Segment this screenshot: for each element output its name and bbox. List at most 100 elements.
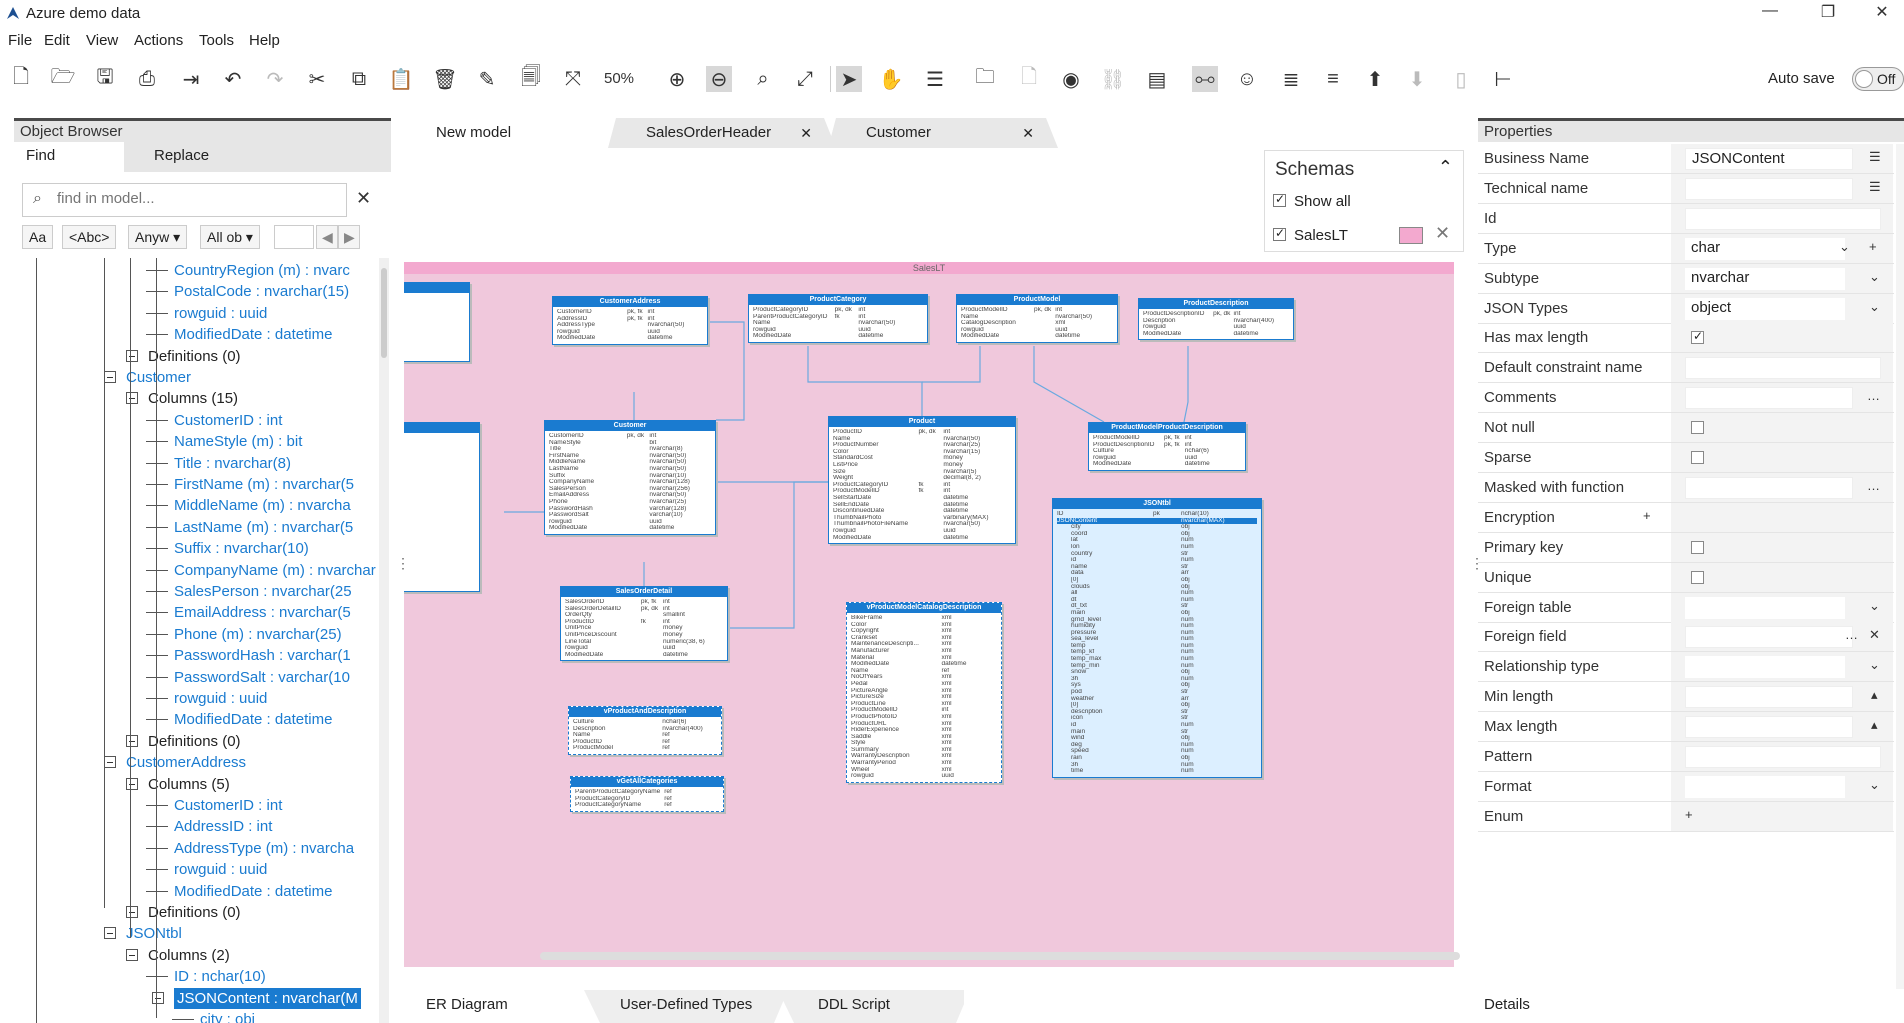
tab-ddl-script[interactable]: DDL Script [798,990,890,1021]
canvas-horizontal-scrollbar[interactable] [540,952,1460,960]
entity-vgetallcategories[interactable]: vGetAllCategories ParentProductCategoryNa… [570,776,724,812]
entity-column-row[interactable]: grnd_level num [1057,617,1257,624]
entity-productdescription[interactable]: ProductDescription ProductDescriptionID pk… [1138,298,1294,341]
tree-item[interactable]: NameStyle (m) : bit [174,431,302,452]
restore-button[interactable]: ❐ [1808,2,1848,22]
find-input[interactable] [57,190,337,207]
entity-column-row[interactable]: ModifiedDate datetime [1093,461,1241,468]
entity-column-row[interactable]: ModifiedDate datetime [753,333,923,340]
entity-column-row[interactable]: ProductURL xml [851,721,997,728]
view-icon[interactable]: ◉ [1058,66,1084,92]
match-case-button[interactable]: Aa [22,225,54,249]
redo-icon[interactable]: ↷ [262,66,288,92]
entity-productcategory[interactable]: ProductCategory ProductCategoryID pk, dk in… [748,294,928,343]
entity-column-row[interactable]: ListPrice money [833,462,1011,469]
property-input[interactable]: char [1685,237,1845,260]
property-input[interactable] [1685,476,1853,499]
tree-item[interactable]: ModifiedDate : datetime [174,324,332,345]
menu-actions[interactable]: Actions [134,32,183,49]
entity-column-row[interactable]: clouds obj [1057,584,1257,591]
entity-column-row[interactable]: Color nvarchar(15) [833,449,1011,456]
tree-item[interactable]: Columns (5) [148,774,230,795]
show-all-checkbox[interactable]: Show all [1273,192,1351,210]
entity-column-row[interactable]: ProductModel ref [573,745,717,752]
tree-item[interactable]: Customer [126,367,191,388]
entity-column-row[interactable]: Copyright xml [851,628,997,635]
collapse-toggle-icon[interactable] [152,991,164,1004]
chevron-down-icon[interactable]: ⌄ [1839,239,1850,255]
zoom-out-icon[interactable]: ⊖ [706,66,732,92]
property-input[interactable] [1685,177,1853,200]
clear-icon[interactable]: ✕ [1869,627,1880,643]
relationship-line[interactable] [728,481,828,629]
entity-column-row[interactable]: wind obj [1057,735,1257,742]
property-checkbox[interactable] [1691,570,1704,584]
chevron-down-icon[interactable]: ⌄ [1869,269,1880,285]
tab-replace[interactable]: Replace [142,142,262,172]
entity-column-row[interactable]: DiscontinuedDate datetime [833,508,1011,515]
entity-column-row[interactable]: Pedal xml [851,681,997,688]
entity-column-row[interactable]: ID pk nchar(10) [1057,511,1257,518]
collapse-toggle-icon[interactable] [104,927,116,940]
entity-column-row[interactable]: temp num [1057,643,1257,650]
entity-column-row[interactable]: Name ref [851,668,997,675]
tree-item[interactable]: MiddleName (m) : nvarcha [174,495,351,516]
entity-column-row[interactable]: ProductModelID pk, dk int [961,307,1113,314]
tab-find[interactable]: Find [14,142,124,172]
tree-item[interactable]: AddressType (m) : nvarcha [174,838,354,859]
list-icon[interactable]: ≣ [1278,66,1304,92]
align-icon[interactable]: ☰ [922,66,948,92]
entity-column-row[interactable]: rowguid uuid [753,327,923,334]
entity-column-row[interactable]: ProductModelID int [851,707,997,714]
entity-column-row[interactable]: LineTotal numeric(38, 6) [565,639,723,646]
new-doc-icon[interactable]: 🗋 [1016,66,1042,92]
entity-column-row[interactable]: lon num [1057,544,1257,551]
entity-column-row[interactable]: rowguid uuid [851,773,997,780]
entity-productmodelproductdescription[interactable]: ProductModelProductDescription ProductMod… [1088,422,1246,471]
fit-icon[interactable]: ⤧ [560,66,586,92]
property-input[interactable] [1685,746,1881,768]
entity-column-row[interactable]: ModifiedDate datetime [1143,331,1289,338]
entity-column-row[interactable]: ModifiedDate datetime [833,535,1011,542]
entity-column-row[interactable]: SalesPerson nvarchar(256) [549,486,711,493]
entity-column-row[interactable]: PictureAngle xml [851,688,997,695]
relationship-line[interactable] [807,346,923,416]
new-container-icon[interactable]: 🗀 [972,66,998,92]
menu-file[interactable]: File [8,32,32,49]
split-icon[interactable]: ⊢ [1490,66,1516,92]
tree-item[interactable]: AddressID : int [174,816,272,837]
tab-salesorderheader[interactable]: SalesOrderHeader ✕ [628,118,824,148]
property-input[interactable] [1685,357,1881,380]
close-window-button[interactable]: ✕ [1862,2,1902,22]
entity-column-row[interactable]: ModifiedDate datetime [565,652,723,659]
menu-edit[interactable]: Edit [44,32,70,49]
entity-column-row[interactable]: Name ref [573,732,717,739]
entity-column-row[interactable]: description str [1057,709,1257,716]
entity-column-row[interactable]: Culture nchar(6) [573,719,717,726]
tree-item[interactable]: Suffix : nvarchar(10) [174,538,309,559]
entity-column-row[interactable]: speed num [1057,748,1257,755]
menu-tools[interactable]: Tools [199,32,234,49]
entity-column-row[interactable]: LastName nvarchar(50) [549,466,711,473]
tree-item[interactable]: LastName (m) : nvarchar(5 [174,517,353,538]
arrow-up-circle-icon[interactable]: ⬆ [1362,66,1388,92]
entity-column-row[interactable]: ParentProductCategoryName ref [575,789,719,796]
tab-new-model[interactable]: New model [418,118,608,148]
more-icon[interactable]: … [1845,627,1858,642]
more-icon[interactable]: … [1867,478,1880,493]
entity-column-row[interactable]: OrderQty smallint [565,612,723,619]
entity-column-row[interactable]: ProductID pk, dk int [833,429,1011,436]
tree-item[interactable]: CompanyName (m) : nvarchar [174,560,376,581]
entity-partial[interactable] [404,422,480,592]
tree-item[interactable]: CustomerAddress [126,752,246,773]
add-icon[interactable]: + [1869,239,1877,254]
property-input[interactable] [1685,775,1845,798]
entity-column-row[interactable]: SellEndDate datetime [833,502,1011,509]
entity-column-row[interactable]: ModifiedDate datetime [851,661,997,668]
entity-column-row[interactable]: main obj [1057,610,1257,617]
entity-customer[interactable]: Customer CustomerID pk, dk int NameStyle bit T… [544,420,716,535]
entity-column-row[interactable]: icon str [1057,715,1257,722]
property-input[interactable]: nvarchar [1685,267,1845,290]
tab-user-defined-types[interactable]: User-Defined Types [600,990,752,1021]
tree-item[interactable]: city : obj [200,1009,255,1023]
